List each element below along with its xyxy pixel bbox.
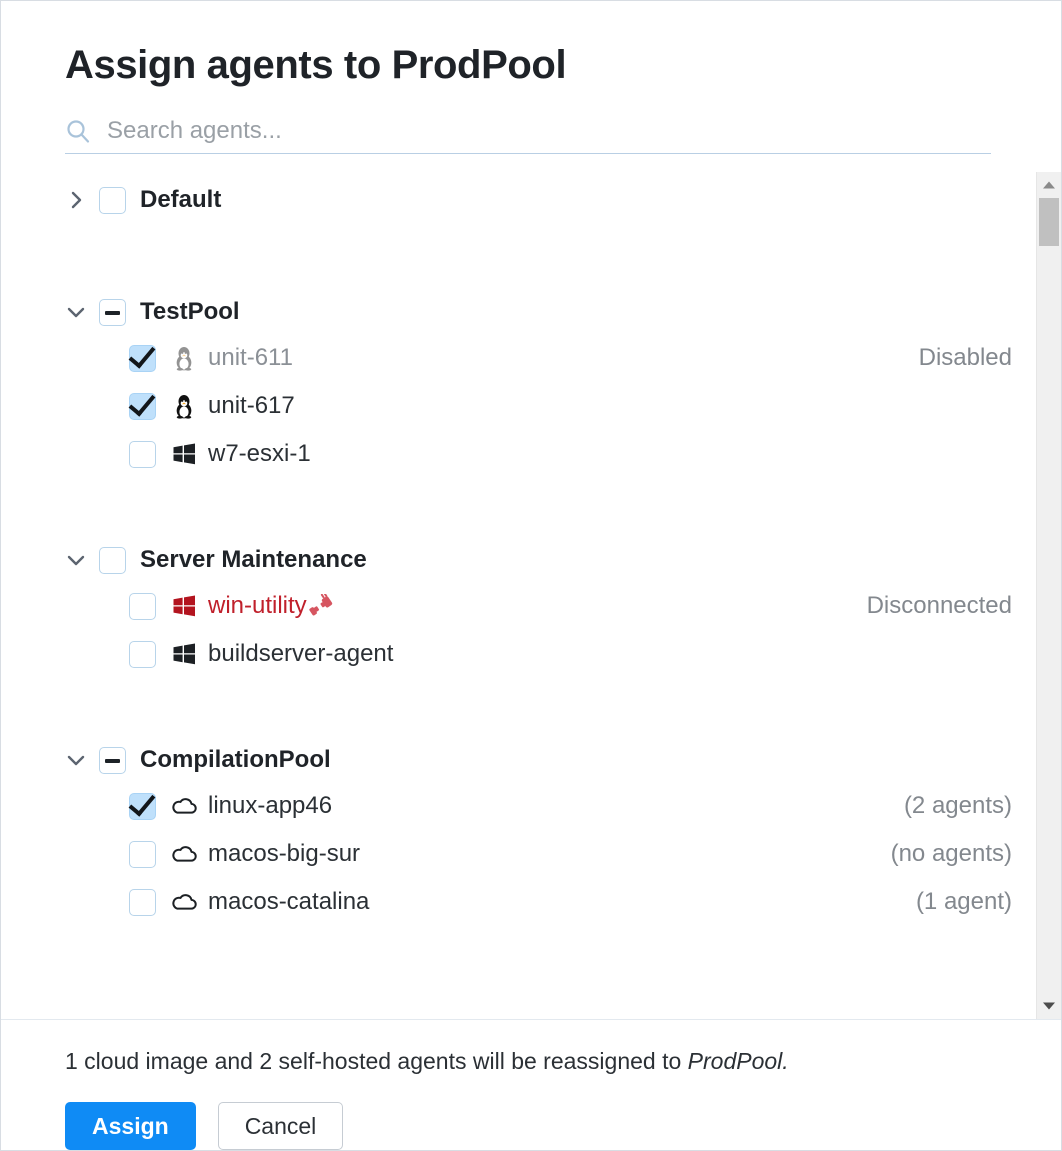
agent-name: unit-617 bbox=[208, 392, 295, 419]
cloud-icon bbox=[170, 888, 198, 916]
agent-status: (1 agent) bbox=[915, 888, 1012, 915]
search-bar bbox=[65, 117, 991, 154]
agent-status: Disabled bbox=[918, 344, 1012, 371]
agent-checkbox[interactable] bbox=[129, 592, 156, 620]
agent-checkbox[interactable] bbox=[129, 888, 156, 916]
group-checkbox[interactable] bbox=[99, 186, 126, 214]
agent-checkbox[interactable] bbox=[129, 392, 156, 420]
scrollbar-thumb[interactable] bbox=[1039, 198, 1059, 246]
search-icon bbox=[65, 118, 91, 144]
agent-checkbox[interactable] bbox=[129, 640, 156, 668]
vertical-scrollbar[interactable] bbox=[1036, 172, 1061, 1019]
chevron-down-icon[interactable] bbox=[65, 301, 87, 323]
chevron-right-icon[interactable] bbox=[65, 189, 87, 211]
group-header[interactable]: CompilationPool bbox=[65, 738, 1036, 782]
agent-main: linux-app46 bbox=[129, 792, 884, 820]
cancel-button[interactable]: Cancel bbox=[217, 1102, 344, 1150]
footer-buttons: Assign Cancel bbox=[65, 1102, 997, 1150]
agent-checkbox[interactable] bbox=[129, 792, 156, 820]
agent-name: macos-big-sur bbox=[208, 840, 361, 867]
agent-row[interactable]: macos-big-sur (no agents) bbox=[65, 830, 1036, 878]
group-label: Default bbox=[140, 186, 222, 213]
agent-main: macos-big-sur bbox=[129, 840, 871, 868]
cloud-icon bbox=[170, 840, 198, 868]
group-compilationpool: CompilationPool linux-app46 (2 agents) m… bbox=[65, 738, 1036, 926]
group-label: TestPool bbox=[140, 298, 240, 325]
windows-icon-red bbox=[170, 592, 198, 620]
cloud-icon bbox=[170, 792, 198, 820]
windows-icon bbox=[170, 640, 198, 668]
agent-name: win-utility bbox=[208, 592, 307, 619]
group-checkbox[interactable] bbox=[99, 298, 126, 326]
scroll-up-arrow-icon[interactable] bbox=[1037, 172, 1061, 198]
group-checkbox[interactable] bbox=[99, 546, 126, 574]
disconnected-plug-icon bbox=[308, 592, 334, 618]
dialog-footer: 1 cloud image and 2 self-hosted agents w… bbox=[1, 1020, 1061, 1150]
group-server-maintenance: Server Maintenance win-utility Disconnec… bbox=[65, 538, 1036, 678]
chevron-down-icon[interactable] bbox=[65, 749, 87, 771]
assign-agents-dialog: Assign agents to ProdPool Def bbox=[0, 0, 1062, 1151]
scrollbar-track[interactable] bbox=[1037, 198, 1061, 993]
agent-row[interactable]: win-utility Disconnected bbox=[65, 582, 1036, 630]
agent-row[interactable]: w7-esxi-1 bbox=[65, 430, 1036, 478]
agent-main: macos-catalina bbox=[129, 888, 896, 916]
summary-prefix: 1 cloud image and 2 self-hosted agents w… bbox=[65, 1048, 688, 1074]
agent-main: win-utility bbox=[129, 592, 847, 620]
agent-name: buildserver-agent bbox=[208, 640, 394, 667]
chevron-down-icon[interactable] bbox=[65, 549, 87, 571]
agent-row[interactable]: unit-611 Disabled bbox=[65, 334, 1036, 382]
agent-main: buildserver-agent bbox=[129, 640, 1012, 668]
linux-penguin-icon bbox=[170, 344, 198, 372]
group-header[interactable]: TestPool bbox=[65, 290, 1036, 334]
agent-checkbox[interactable] bbox=[129, 840, 156, 868]
group-header[interactable]: Default bbox=[65, 178, 1036, 222]
agent-status: (2 agents) bbox=[903, 792, 1012, 819]
linux-penguin-icon bbox=[170, 392, 198, 420]
agent-name: macos-catalina bbox=[208, 888, 370, 915]
search-input[interactable] bbox=[107, 117, 991, 145]
agent-row[interactable]: linux-app46 (2 agents) bbox=[65, 782, 1036, 830]
agent-tree: Default TestPool unit-611 Disabled unit-… bbox=[1, 172, 1036, 1019]
agent-name: linux-app46 bbox=[208, 792, 333, 819]
group-label: Server Maintenance bbox=[140, 546, 367, 573]
summary-target-pool: ProdPool. bbox=[687, 1048, 789, 1074]
agent-checkbox[interactable] bbox=[129, 344, 156, 372]
scroll-down-arrow-icon[interactable] bbox=[1037, 993, 1061, 1019]
agent-row[interactable]: macos-catalina (1 agent) bbox=[65, 878, 1036, 926]
agent-name: unit-611 bbox=[208, 344, 293, 371]
agent-name: w7-esxi-1 bbox=[208, 440, 311, 467]
agent-row[interactable]: unit-617 bbox=[65, 382, 1036, 430]
group-default: Default bbox=[65, 178, 1036, 222]
agent-main: w7-esxi-1 bbox=[129, 440, 1012, 468]
windows-icon bbox=[170, 440, 198, 468]
group-testpool: TestPool unit-611 Disabled unit-617 w7-e… bbox=[65, 290, 1036, 478]
group-checkbox[interactable] bbox=[99, 746, 126, 774]
agent-status: (no agents) bbox=[890, 840, 1012, 867]
reassignment-summary: 1 cloud image and 2 self-hosted agents w… bbox=[65, 1046, 997, 1076]
agent-main: unit-611 bbox=[129, 344, 899, 372]
agent-status: Disconnected bbox=[866, 592, 1012, 619]
agent-row[interactable]: buildserver-agent bbox=[65, 630, 1036, 678]
page-title: Assign agents to ProdPool bbox=[65, 43, 567, 87]
group-header[interactable]: Server Maintenance bbox=[65, 538, 1036, 582]
agent-main: unit-617 bbox=[129, 392, 1012, 420]
agent-checkbox[interactable] bbox=[129, 440, 156, 468]
agent-tree-scroll-area: Default TestPool unit-611 Disabled unit-… bbox=[1, 172, 1061, 1020]
group-label: CompilationPool bbox=[140, 746, 331, 773]
assign-button[interactable]: Assign bbox=[65, 1102, 196, 1150]
